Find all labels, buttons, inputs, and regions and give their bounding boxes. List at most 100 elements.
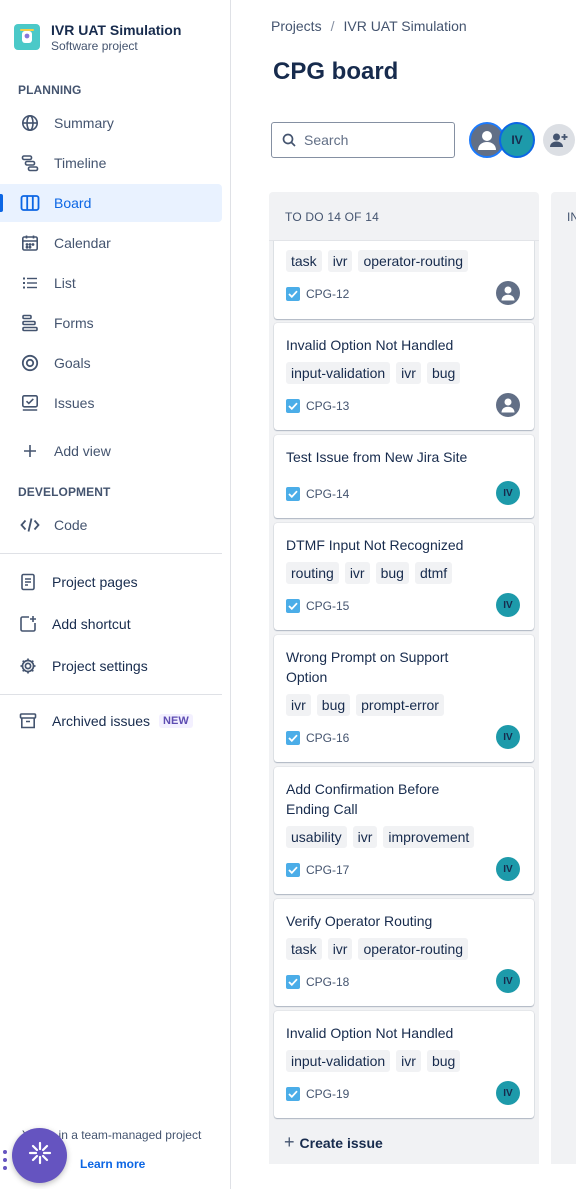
sidebar-item-label: Timeline (54, 155, 107, 171)
issue-card[interactable]: Invalid Option Not Handled input-validat… (274, 1011, 534, 1118)
add-people-button[interactable] (543, 124, 575, 156)
plus-icon (20, 441, 40, 461)
label-chip[interactable]: ivr (396, 362, 421, 384)
sidebar-item-list[interactable]: List (0, 264, 222, 302)
label-chip[interactable]: bug (375, 562, 409, 584)
breadcrumb-current[interactable]: IVR UAT Simulation (343, 18, 466, 34)
label-chip[interactable]: ivr (344, 562, 370, 584)
label-chip[interactable]: routing (286, 562, 339, 584)
label-chip[interactable]: task (286, 250, 322, 272)
label-chip[interactable]: operator-routing (358, 250, 469, 272)
learn-more-link[interactable]: Learn more (80, 1157, 145, 1171)
label-chip[interactable]: bug (316, 694, 351, 716)
globe-icon (20, 113, 40, 133)
timeline-icon (20, 153, 40, 173)
label-chip[interactable]: input-validation (286, 362, 391, 384)
issue-key-text: CPG-13 (306, 399, 350, 413)
task-type-icon (286, 1087, 300, 1101)
search-input[interactable]: Search (271, 122, 455, 158)
sidebar-item-forms[interactable]: Forms (0, 304, 222, 342)
label-chip[interactable]: operator-routing (358, 938, 469, 960)
issue-key[interactable]: CPG-14 (286, 487, 349, 501)
issue-key[interactable]: CPG-13 (286, 399, 349, 413)
label-chip[interactable]: prompt-error (356, 694, 444, 716)
issue-key[interactable]: CPG-16 (286, 731, 349, 745)
label-chip[interactable]: task (286, 938, 322, 960)
issue-key[interactable]: CPG-19 (286, 1087, 349, 1101)
sidebar-item-label: Calendar (54, 235, 111, 251)
development-heading: DEVELOPMENT (18, 485, 111, 499)
column-header: IN (567, 210, 576, 224)
issue-card[interactable]: Verify Operator Routing task ivr operato… (274, 899, 534, 1006)
sidebar-item-archived-issues[interactable]: Archived issues NEW (0, 702, 222, 740)
issue-key-text: CPG-14 (306, 487, 350, 501)
sidebar-item-goals[interactable]: Goals (0, 344, 222, 382)
label-chip[interactable]: ivr (352, 826, 378, 848)
breadcrumb-projects[interactable]: Projects (271, 18, 322, 34)
task-type-icon (286, 599, 300, 613)
add-view-button[interactable]: Add view (0, 432, 222, 470)
label-chip[interactable]: ivr (327, 250, 353, 272)
label-chip[interactable]: bug (426, 362, 461, 384)
assignee-avatar[interactable]: IV (496, 481, 520, 505)
issues-icon (20, 393, 40, 413)
issue-key-text: CPG-18 (306, 975, 350, 989)
issue-key[interactable]: CPG-18 (286, 975, 349, 989)
drag-handle-icon[interactable] (2, 1149, 8, 1171)
search-icon (282, 133, 296, 147)
card-labels: task ivr operator-routing (286, 250, 469, 272)
sidebar-item-summary[interactable]: Summary (0, 104, 222, 142)
issue-card[interactable]: DTMF Input Not Recognized routing ivr bu… (274, 523, 534, 630)
create-issue-button[interactable]: + Create issue (284, 1132, 383, 1153)
user-avatar-filter[interactable]: IV (499, 122, 535, 158)
sidebar-item-project-pages[interactable]: Project pages (0, 563, 222, 601)
list-icon (20, 273, 40, 293)
label-chip[interactable]: ivr (396, 1050, 421, 1072)
page-icon (18, 572, 38, 592)
task-type-icon (286, 863, 300, 877)
project-header[interactable]: IVR UAT Simulation Software project (14, 22, 181, 54)
assignee-avatar[interactable]: IV (496, 969, 520, 993)
assignee-avatar[interactable]: IV (496, 1081, 520, 1105)
issue-card[interactable]: Wrong Prompt on Support Option ivr bug p… (274, 635, 534, 762)
card-labels: ivr bug prompt-error (286, 694, 444, 716)
planning-heading: PLANNING (18, 83, 82, 97)
label-chip[interactable]: input-validation (286, 1050, 391, 1072)
assignee-avatar[interactable] (496, 281, 520, 305)
task-type-icon (286, 399, 300, 413)
issue-card[interactable]: Invalid Option Not Handled input-validat… (274, 323, 534, 430)
assistant-fab-button[interactable] (12, 1128, 67, 1183)
label-chip[interactable]: ivr (327, 938, 353, 960)
issue-key[interactable]: CPG-12 (286, 287, 349, 301)
sidebar-item-board[interactable]: Board (0, 184, 222, 222)
assignee-avatar[interactable]: IV (496, 593, 520, 617)
search-placeholder: Search (304, 132, 349, 148)
archive-icon (18, 711, 38, 731)
label-chip[interactable]: ivr (286, 694, 311, 716)
issue-key[interactable]: CPG-15 (286, 599, 349, 613)
sidebar-item-label: Add shortcut (52, 616, 131, 632)
code-icon (20, 515, 40, 535)
card-labels: task ivr operator-routing (286, 938, 469, 960)
label-chip[interactable]: bug (426, 1050, 461, 1072)
label-chip[interactable]: usability (286, 826, 347, 848)
assignee-avatar[interactable]: IV (496, 857, 520, 881)
issue-card[interactable]: Test Issue from New Jira Site CPG-14 IV (274, 435, 534, 518)
sidebar-item-calendar[interactable]: Calendar (0, 224, 222, 262)
assignee-avatar[interactable] (496, 393, 520, 417)
sidebar-item-timeline[interactable]: Timeline (0, 144, 222, 182)
board-icon (20, 193, 40, 213)
sidebar-item-label: Project pages (52, 574, 138, 590)
sidebar-item-issues[interactable]: Issues (0, 384, 222, 422)
assignee-avatar[interactable]: IV (496, 725, 520, 749)
sidebar-item-project-settings[interactable]: Project settings (0, 647, 222, 685)
sidebar-item-add-shortcut[interactable]: Add shortcut (0, 605, 222, 643)
issue-card[interactable]: task ivr operator-routing CPG-12 (274, 241, 534, 319)
sidebar-item-code[interactable]: Code (0, 506, 222, 544)
label-chip[interactable]: dtmf (414, 562, 453, 584)
board-column-in-progress: IN (551, 192, 576, 1164)
issue-key[interactable]: CPG-17 (286, 863, 349, 877)
issue-summary: Verify Operator Routing (286, 913, 433, 929)
label-chip[interactable]: improvement (383, 826, 475, 848)
issue-card[interactable]: Add Confirmation Before Ending Call usab… (274, 767, 534, 894)
